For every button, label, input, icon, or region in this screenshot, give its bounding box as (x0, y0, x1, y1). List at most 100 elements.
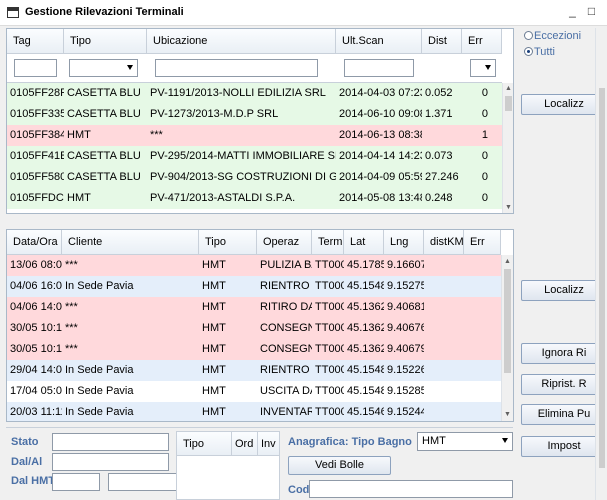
col-header-ubicazione[interactable]: Ubicazione (147, 29, 336, 54)
cell-ubicazione: PV-295/2014-MATTI IMMOBILIARE SRL (150, 150, 336, 162)
cell-ubicazione: PV-1191/2013-NOLLI EDILIZIA SRL (150, 87, 326, 99)
reading-row[interactable]: 30/05 10:10*** HMT CONSEGNATT000745.13629.… (7, 339, 501, 360)
scroll-down-icon[interactable]: ▼ (504, 203, 513, 212)
ult-scan-filter-input[interactable] (344, 59, 414, 77)
terminal-row[interactable]: 0105FF580/CASETTA BLU PV-904/2013-SG COST… (7, 167, 502, 188)
cell-tipo: HMT (67, 129, 91, 141)
cell-tag: 0105FF580/ (10, 171, 64, 183)
cell-lng: 9.40681 (387, 301, 424, 313)
reading-row[interactable]: 04/06 14:02*** HMT RITIRO DATT000345.13629… (7, 297, 501, 318)
cell-operaz: USCITA DA (260, 385, 312, 397)
cell-ult-scan: 2014-06-10 09:08:4 (339, 108, 422, 120)
terminal-row[interactable]: 0105FF28F2CASETTA BLU PV-1191/2013-NOLLI … (7, 83, 502, 104)
vedi-bolle-button[interactable]: Vedi Bolle (288, 456, 391, 475)
cell-operaz: RIENTRO I (260, 280, 312, 292)
cell-cliente: In Sede Pavia (65, 406, 134, 418)
radio-selected-icon (524, 47, 533, 56)
cell-err: 0 (481, 87, 488, 99)
cell-operaz: INVENTARI (260, 406, 312, 418)
cell-operaz: CONSEGNA (260, 343, 312, 355)
cell-err (464, 360, 501, 381)
cell-dist: 1.371 (425, 108, 453, 120)
col-header-tipo[interactable]: Tipo (64, 29, 147, 54)
cell-ubicazione: PV-471/2013-ASTALDI S.P.A. (150, 192, 296, 204)
terminal-row[interactable]: 0105FF335ECASETTA BLU PV-1273/2013-M.D.P … (7, 104, 502, 125)
mini-col-tipo[interactable]: Tipo (177, 432, 232, 456)
cell-ult-scan: 2014-04-09 05:59:3 (339, 171, 422, 183)
cell-tipo: CASETTA BLU (67, 171, 141, 183)
cell-term: TT0003 (315, 301, 344, 313)
cell-dist: 0.248 (425, 192, 453, 204)
col-header-lat[interactable]: Lat (344, 230, 384, 255)
stato-input[interactable] (52, 433, 169, 451)
cell-cliente: *** (65, 259, 78, 271)
scroll-thumb[interactable] (504, 269, 511, 373)
eccezioni-radio[interactable]: Eccezioni (524, 30, 581, 42)
cell-ult-scan: 2014-06-13 08:38:5 (339, 129, 422, 141)
mini-table: Tipo Ord Inv (176, 431, 280, 500)
col-header-err[interactable]: Err (464, 230, 501, 255)
terminal-row[interactable]: 0105FF41EICASETTA BLU PV-295/2014-MATTI I… (7, 146, 502, 167)
err-filter-select[interactable] (470, 59, 496, 77)
cell-operaz: PULIZIA BA (260, 259, 312, 271)
tipo-bagno-select[interactable]: HMT (417, 432, 513, 451)
col-header-data-ora[interactable]: Data/Ora (7, 230, 62, 255)
cell-lng: 9.15244 (387, 406, 424, 418)
cell-data: 30/05 10:10 (10, 343, 62, 355)
reading-row[interactable]: 04/06 16:04In Sede Pavia HMT RIENTRO ITT00… (7, 276, 501, 297)
cell-dist (424, 255, 464, 276)
radio-icon (524, 31, 533, 40)
col-header-tag[interactable]: Tag (7, 29, 64, 54)
readings-scrollbar[interactable]: ▲ ▼ (501, 255, 513, 421)
terminals-grid: Tag Tipo Ubicazione Ult.Scan Dist Err 01… (6, 28, 514, 214)
cell-tipo: HMT (67, 192, 91, 204)
tutti-radio[interactable]: Tutti (524, 46, 555, 58)
reading-row[interactable]: 30/05 10:10*** HMT CONSEGNATT000745.13629.… (7, 318, 501, 339)
maximize-icon[interactable]: □ (585, 4, 598, 18)
readings-grid: Data/Ora Cliente Tipo Operaz Term Lat Ln… (6, 229, 514, 422)
reading-row[interactable]: 17/04 05:05In Sede Pavia HMT USCITA DATT00… (7, 381, 501, 402)
tipo-filter-select[interactable] (69, 59, 138, 77)
cell-lng: 9.16607 (387, 259, 424, 271)
cell-cliente: *** (65, 343, 78, 355)
col-header-distkm[interactable]: distKM (424, 230, 464, 255)
dal-hmt-input[interactable] (52, 473, 100, 491)
mini-col-ord[interactable]: Ord (232, 432, 258, 456)
cell-tag: 0105FFDCE (10, 192, 64, 204)
minimize-icon[interactable]: _ (566, 4, 579, 18)
tag-filter-input[interactable] (14, 59, 57, 77)
col-header-tipo[interactable]: Tipo (199, 230, 257, 255)
mini-col-inv[interactable]: Inv (258, 432, 279, 456)
cell-tag: 0105FF28F2 (10, 87, 64, 99)
terminal-row[interactable]: 0105FFDCEHMT PV-471/2013-ASTALDI S.P.A. 20… (7, 188, 502, 209)
scroll-down-icon[interactable]: ▼ (503, 410, 512, 419)
cell-lat: 45.1548 (347, 364, 384, 376)
col-header-ult-scan[interactable]: Ult.Scan (336, 29, 422, 54)
reading-row[interactable]: 20/03 11:11In Sede Pavia HMT INVENTARITT00… (7, 402, 501, 421)
terminals-scrollbar[interactable]: ▲ ▼ (502, 83, 513, 213)
cell-cliente: In Sede Pavia (65, 364, 134, 376)
scroll-thumb[interactable] (505, 96, 512, 111)
cell-err (464, 276, 501, 297)
scroll-up-icon[interactable]: ▲ (503, 257, 512, 266)
col-header-cliente[interactable]: Cliente (62, 230, 199, 255)
cell-lat: 45.1362 (347, 322, 384, 334)
col-header-err[interactable]: Err (462, 29, 502, 54)
ubicazione-filter-input[interactable] (155, 59, 318, 77)
cell-cliente: *** (65, 301, 78, 313)
scroll-up-icon[interactable]: ▲ (504, 84, 513, 93)
terminal-row[interactable]: 0105FF3843HMT *** 2014-06-13 08:38:5 1 (7, 125, 502, 146)
cell-tipo: HMT (202, 406, 226, 418)
reading-row[interactable]: 29/04 14:02In Sede Pavia HMT RIENTRO ITT00… (7, 360, 501, 381)
cell-term: TT0005 (315, 364, 344, 376)
scroll-thumb[interactable] (599, 88, 605, 468)
cell-lat: 45.1785 (347, 259, 384, 271)
col-header-operaz[interactable]: Operaz (257, 230, 312, 255)
window-scrollbar[interactable] (595, 28, 607, 500)
reading-row[interactable]: 13/06 08:08*** HMT PULIZIA BATT000745.1785… (7, 255, 501, 276)
col-header-lng[interactable]: Lng (384, 230, 424, 255)
col-header-dist[interactable]: Dist (422, 29, 462, 54)
cod-input[interactable] (309, 480, 513, 498)
dal-al-input[interactable] (52, 453, 169, 471)
col-header-term[interactable]: Term (312, 230, 344, 255)
